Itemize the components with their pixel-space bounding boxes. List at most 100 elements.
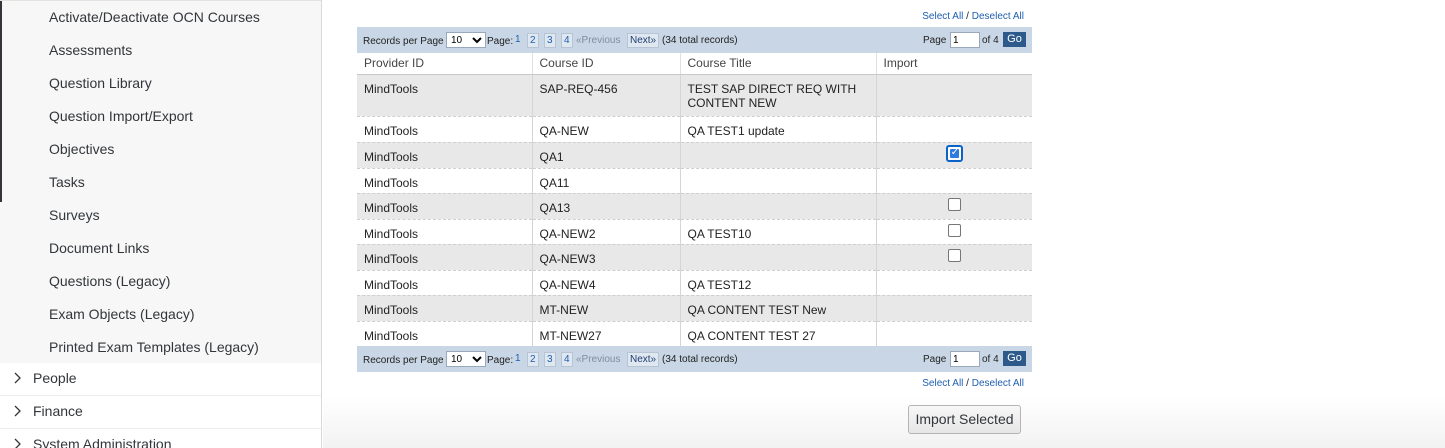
pager-top: Records per Page 10 Page: 1 2 3 4 «Previ… [357,27,1032,53]
table-row: MindTools QA-NEW2 QA TEST10 [357,219,1032,245]
import-cell [875,295,1032,322]
import-cell [875,270,1032,296]
course-title-cell: QA CONTENT TEST New [679,295,876,322]
import-selected-button[interactable]: Import Selected [908,405,1021,434]
course-title-cell: QA TEST1 update [679,116,876,143]
page-input-label: Page [923,354,947,365]
sidebar-item-question-library[interactable]: Question Library [49,73,152,93]
chevron-right-icon [14,405,21,417]
next-link[interactable]: Next» [627,352,660,367]
deselect-all-link[interactable]: Deselect All [972,11,1024,22]
sidebar-item-tasks[interactable]: Tasks [49,172,85,192]
sidebar-item-printed-exam-templates-legacy[interactable]: Printed Exam Templates (Legacy) [49,337,259,357]
sidebar-item-exam-objects-legacy[interactable]: Exam Objects (Legacy) [49,304,195,324]
provider-id-cell: MindTools [357,168,532,194]
course-title-cell: QA TEST10 [679,219,876,245]
page-label: Page: [487,355,514,366]
table-row: MindTools SAP-REQ-456 TEST SAP DIRECT REQ … [357,74,1032,117]
sidebar-category-label: Finance [33,403,83,419]
course-id-cell: SAP-REQ-456 [531,74,680,117]
previous-link: «Previous [576,354,621,365]
go-button[interactable]: Go [1003,32,1026,47]
column-header-course-title: Course Title [679,53,876,75]
pager-bottom: Records per Page 10 Page: 1 2 3 4 «Previ… [357,346,1032,372]
sidebar-category-finance[interactable]: Finance [0,396,321,429]
provider-id-cell: MindTools [357,295,532,322]
import-checkbox[interactable] [947,249,961,262]
chevron-right-icon [14,438,21,448]
import-cell [875,168,1032,194]
page-link-1: 1 [515,353,521,364]
course-title-cell [679,168,876,194]
course-title-cell: QA TEST12 [679,270,876,296]
page-label: Page: [487,36,514,47]
select-all-link[interactable]: Select All [922,11,963,22]
sidebar-item-assessments[interactable]: Assessments [49,40,132,60]
checkmark-icon: ✓ [950,147,960,158]
records-per-page-select[interactable]: 10 [446,351,486,367]
go-button[interactable]: Go [1003,351,1026,366]
provider-id-cell: MindTools [357,142,532,169]
sidebar-category-label: System Administration [33,436,172,448]
selection-separator: / [963,378,972,389]
sidebar-category-people[interactable]: People [0,363,321,396]
page-input-label: Page [923,35,947,46]
page-link-2[interactable]: 2 [527,352,539,367]
course-title-cell [679,244,876,271]
course-id-cell: QA-NEW3 [531,244,680,271]
chevron-right-icon [14,372,21,384]
table-row: MindTools QA11 [357,168,1032,194]
selection-links-top: Select All / Deselect All [920,11,1024,22]
sidebar-item-objectives[interactable]: Objectives [49,139,114,159]
import-checkbox[interactable] [947,223,961,237]
page-number-input[interactable] [950,351,980,367]
page-count: of 4 [982,354,999,365]
courses-table: Provider ID Course ID Course Title Impor… [357,53,1032,347]
import-cell: ✓ [875,142,1032,169]
selection-separator: / [963,11,972,22]
course-id-cell: QA11 [531,168,680,194]
provider-id-cell: MindTools [357,244,532,271]
table-row: MindTools QA1 ✓ [357,142,1032,169]
import-cell [875,321,1032,347]
table-row: MindTools QA-NEW QA TEST1 update [357,116,1032,143]
sidebar-category-label: People [33,370,77,386]
sidebar-item-surveys[interactable]: Surveys [49,205,100,225]
page-link-4[interactable]: 4 [561,33,573,48]
course-id-cell: QA-NEW2 [531,219,680,245]
import-cell [875,74,1032,117]
course-id-cell: MT-NEW27 [531,321,680,347]
submenu-accent-bar [0,0,2,202]
page-link-3[interactable]: 3 [544,33,556,48]
main-content: Select All / Deselect All Records per Pa… [323,0,1445,448]
provider-id-cell: MindTools [357,193,532,220]
page-link-4[interactable]: 4 [561,352,573,367]
page-link-2[interactable]: 2 [527,33,539,48]
table-header-row: Provider ID Course ID Course Title Impor… [357,53,1032,75]
course-id-cell: QA-NEW [531,116,680,143]
page-link-1: 1 [515,34,521,45]
deselect-all-link[interactable]: Deselect All [972,378,1024,389]
sidebar-item-questions-legacy[interactable]: Questions (Legacy) [49,271,170,291]
provider-id-cell: MindTools [357,270,532,296]
page-number-input[interactable] [950,32,980,48]
sidebar: Activate/Deactivate OCN Courses Assessme… [0,0,322,448]
import-checkbox[interactable] [947,198,961,211]
sidebar-item-question-import-export[interactable]: Question Import/Export [49,106,193,126]
select-all-link[interactable]: Select All [922,378,963,389]
table-row: MindTools MT-NEW27 QA CONTENT TEST 27 [357,321,1032,347]
records-per-page-select[interactable]: 10 [446,32,486,48]
sidebar-category-system-administration[interactable]: System Administration [0,429,321,448]
page-link-3[interactable]: 3 [544,352,556,367]
import-cell [875,116,1032,143]
next-link[interactable]: Next» [627,33,660,48]
provider-id-cell: MindTools [357,74,532,117]
column-header-import: Import [875,53,1032,75]
sidebar-item-document-links[interactable]: Document Links [49,238,149,258]
provider-id-cell: MindTools [357,116,532,143]
course-title-cell: QA CONTENT TEST 27 [679,321,876,347]
import-checkbox[interactable]: ✓ [945,145,963,162]
sidebar-item-activate-deactivate-ocn-courses[interactable]: Activate/Deactivate OCN Courses [49,7,260,27]
footer-background [323,396,1445,448]
table-row: MindTools QA-NEW3 [357,244,1032,271]
